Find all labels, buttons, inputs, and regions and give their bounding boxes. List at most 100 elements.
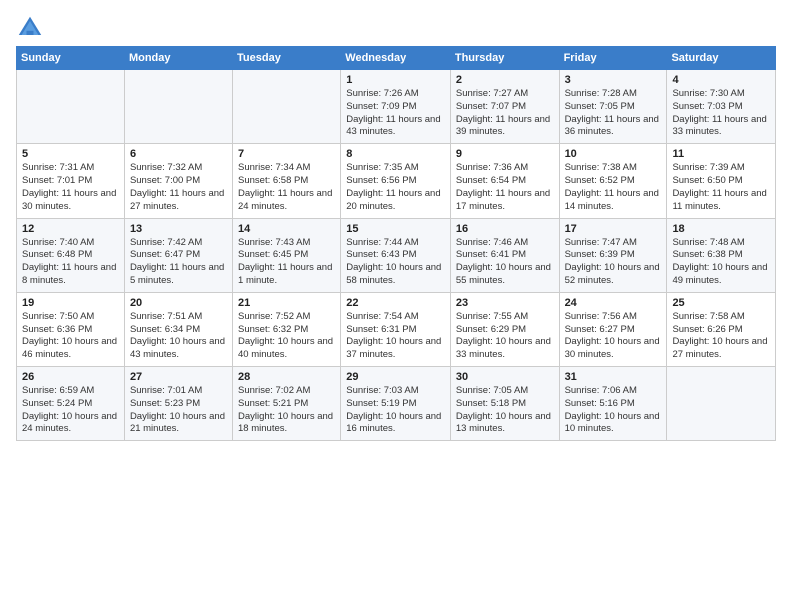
day-number: 27 [130, 371, 227, 383]
calendar-cell [124, 70, 232, 144]
day-info: Sunrise: 7:46 AMSunset: 6:41 PMDaylight:… [456, 237, 554, 288]
calendar-cell [233, 70, 341, 144]
calendar-cell: 12Sunrise: 7:40 AMSunset: 6:48 PMDayligh… [17, 218, 125, 292]
day-number: 17 [565, 223, 662, 235]
weekday-header-row: SundayMondayTuesdayWednesdayThursdayFrid… [17, 47, 776, 70]
calendar-week-5: 26 Sunrise: 6:59 AMSunset: 5:24 PMDayligh… [17, 367, 776, 441]
day-number: 31 [565, 371, 662, 383]
day-number: 2 [456, 74, 554, 86]
calendar-cell: 25 Sunrise: 7:58 AMSunset: 6:26 PMDayligh… [667, 292, 776, 366]
logo-icon [16, 14, 44, 42]
day-info: Sunrise: 7:02 AMSunset: 5:21 PMDaylight:… [238, 385, 335, 436]
day-number: 16 [456, 223, 554, 235]
calendar-cell: 3 Sunrise: 7:28 AMSunset: 7:05 PMDaylight… [559, 70, 667, 144]
day-info: Sunrise: 7:31 AMSunset: 7:01 PMDaylight:… [22, 162, 119, 213]
calendar-cell: 10 Sunrise: 7:38 AMSunset: 6:52 PMDayligh… [559, 144, 667, 218]
day-info: Sunrise: 7:54 AMSunset: 6:31 PMDaylight:… [346, 311, 445, 362]
calendar-cell: 19Sunrise: 7:50 AMSunset: 6:36 PMDayligh… [17, 292, 125, 366]
day-number: 22 [346, 297, 445, 309]
calendar-cell: 31 Sunrise: 7:06 AMSunset: 5:16 PMDayligh… [559, 367, 667, 441]
calendar-week-1: 1 Sunrise: 7:26 AMSunset: 7:09 PMDaylight… [17, 70, 776, 144]
calendar-cell: 7 Sunrise: 7:34 AMSunset: 6:58 PMDaylight… [233, 144, 341, 218]
day-info: Sunrise: 7:35 AMSunset: 6:56 PMDaylight:… [346, 162, 445, 213]
day-info: Sunrise: 7:01 AMSunset: 5:23 PMDaylight:… [130, 385, 227, 436]
weekday-header-wednesday: Wednesday [341, 47, 451, 70]
header [16, 10, 776, 42]
weekday-header-monday: Monday [124, 47, 232, 70]
day-info: Sunrise: 7:56 AMSunset: 6:27 PMDaylight:… [565, 311, 662, 362]
day-info: Sunrise: 7:34 AMSunset: 6:58 PMDaylight:… [238, 162, 335, 213]
calendar-cell: 4Sunrise: 7:30 AMSunset: 7:03 PMDaylight… [667, 70, 776, 144]
day-info: Sunrise: 7:52 AMSunset: 6:32 PMDaylight:… [238, 311, 335, 362]
day-number: 26 [22, 371, 119, 383]
day-number: 25 [672, 297, 770, 309]
day-info: Sunrise: 7:32 AMSunset: 7:00 PMDaylight:… [130, 162, 227, 213]
day-info: Sunrise: 7:48 AMSunset: 6:38 PMDaylight:… [672, 237, 770, 288]
day-info: Sunrise: 7:28 AMSunset: 7:05 PMDaylight:… [565, 88, 662, 139]
calendar-cell: 5 Sunrise: 7:31 AMSunset: 7:01 PMDaylight… [17, 144, 125, 218]
day-number: 13 [130, 223, 227, 235]
day-number: 20 [130, 297, 227, 309]
day-info: Sunrise: 7:36 AMSunset: 6:54 PMDaylight:… [456, 162, 554, 213]
calendar-cell: 1 Sunrise: 7:26 AMSunset: 7:09 PMDaylight… [341, 70, 451, 144]
day-info: Sunrise: 7:27 AMSunset: 7:07 PMDaylight:… [456, 88, 554, 139]
calendar-cell: 21 Sunrise: 7:52 AMSunset: 6:32 PMDayligh… [233, 292, 341, 366]
day-number: 3 [565, 74, 662, 86]
calendar-cell: 9 Sunrise: 7:36 AMSunset: 6:54 PMDaylight… [450, 144, 559, 218]
day-number: 15 [346, 223, 445, 235]
day-number: 9 [456, 148, 554, 160]
calendar-cell: 23Sunrise: 7:55 AMSunset: 6:29 PMDayligh… [450, 292, 559, 366]
day-info: Sunrise: 7:55 AMSunset: 6:29 PMDaylight:… [456, 311, 554, 362]
day-number: 29 [346, 371, 445, 383]
day-number: 18 [672, 223, 770, 235]
calendar-cell: 20 Sunrise: 7:51 AMSunset: 6:34 PMDayligh… [124, 292, 232, 366]
day-info: Sunrise: 7:05 AMSunset: 5:18 PMDaylight:… [456, 385, 554, 436]
day-info: Sunrise: 7:40 AMSunset: 6:48 PMDaylight:… [22, 237, 119, 288]
day-info: Sunrise: 7:42 AMSunset: 6:47 PMDaylight:… [130, 237, 227, 288]
day-info: Sunrise: 7:03 AMSunset: 5:19 PMDaylight:… [346, 385, 445, 436]
weekday-header-friday: Friday [559, 47, 667, 70]
calendar-week-4: 19Sunrise: 7:50 AMSunset: 6:36 PMDayligh… [17, 292, 776, 366]
calendar-table: SundayMondayTuesdayWednesdayThursdayFrid… [16, 46, 776, 441]
calendar-cell: 8Sunrise: 7:35 AMSunset: 6:56 PMDaylight… [341, 144, 451, 218]
day-number: 1 [346, 74, 445, 86]
day-info: Sunrise: 7:58 AMSunset: 6:26 PMDaylight:… [672, 311, 770, 362]
day-info: Sunrise: 7:38 AMSunset: 6:52 PMDaylight:… [565, 162, 662, 213]
calendar-cell: 13 Sunrise: 7:42 AMSunset: 6:47 PMDayligh… [124, 218, 232, 292]
day-info: Sunrise: 7:26 AMSunset: 7:09 PMDaylight:… [346, 88, 445, 139]
day-number: 11 [672, 148, 770, 160]
day-number: 14 [238, 223, 335, 235]
calendar-cell: 6 Sunrise: 7:32 AMSunset: 7:00 PMDaylight… [124, 144, 232, 218]
day-info: Sunrise: 7:44 AMSunset: 6:43 PMDaylight:… [346, 237, 445, 288]
calendar-cell: 22 Sunrise: 7:54 AMSunset: 6:31 PMDayligh… [341, 292, 451, 366]
day-number: 7 [238, 148, 335, 160]
day-info: Sunrise: 7:39 AMSunset: 6:50 PMDaylight:… [672, 162, 770, 213]
weekday-header-thursday: Thursday [450, 47, 559, 70]
calendar-cell [667, 367, 776, 441]
day-info: Sunrise: 7:06 AMSunset: 5:16 PMDaylight:… [565, 385, 662, 436]
calendar-cell: 28 Sunrise: 7:02 AMSunset: 5:21 PMDayligh… [233, 367, 341, 441]
day-number: 24 [565, 297, 662, 309]
calendar-cell: 17 Sunrise: 7:47 AMSunset: 6:39 PMDayligh… [559, 218, 667, 292]
day-number: 6 [130, 148, 227, 160]
day-number: 10 [565, 148, 662, 160]
day-number: 28 [238, 371, 335, 383]
day-number: 4 [672, 74, 770, 86]
calendar-cell: 30 Sunrise: 7:05 AMSunset: 5:18 PMDayligh… [450, 367, 559, 441]
calendar-cell: 24 Sunrise: 7:56 AMSunset: 6:27 PMDayligh… [559, 292, 667, 366]
day-number: 21 [238, 297, 335, 309]
day-info: Sunrise: 7:47 AMSunset: 6:39 PMDaylight:… [565, 237, 662, 288]
calendar-cell: 27 Sunrise: 7:01 AMSunset: 5:23 PMDayligh… [124, 367, 232, 441]
day-info: Sunrise: 6:59 AMSunset: 5:24 PMDaylight:… [22, 385, 119, 436]
calendar-cell [17, 70, 125, 144]
day-info: Sunrise: 7:50 AMSunset: 6:36 PMDaylight:… [22, 311, 119, 362]
day-info: Sunrise: 7:51 AMSunset: 6:34 PMDaylight:… [130, 311, 227, 362]
calendar-cell: 18 Sunrise: 7:48 AMSunset: 6:38 PMDayligh… [667, 218, 776, 292]
page: SundayMondayTuesdayWednesdayThursdayFrid… [0, 0, 792, 612]
calendar-cell: 26 Sunrise: 6:59 AMSunset: 5:24 PMDayligh… [17, 367, 125, 441]
calendar-week-2: 5 Sunrise: 7:31 AMSunset: 7:01 PMDaylight… [17, 144, 776, 218]
day-number: 5 [22, 148, 119, 160]
day-number: 30 [456, 371, 554, 383]
logo [16, 14, 48, 42]
weekday-header-sunday: Sunday [17, 47, 125, 70]
